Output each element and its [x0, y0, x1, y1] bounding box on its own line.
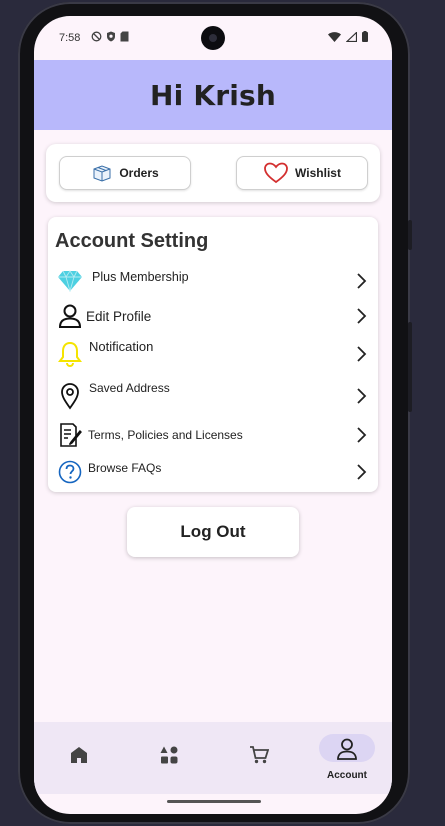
front-camera — [201, 26, 225, 50]
person-icon — [56, 302, 84, 330]
nav-item-home[interactable] — [34, 722, 124, 794]
battery-icon — [362, 31, 368, 42]
bottom-nav: Account — [34, 722, 392, 794]
chevron-right-icon — [357, 346, 367, 362]
heart-icon — [264, 162, 288, 184]
home-icon — [71, 747, 87, 763]
settings-item-notification[interactable]: Notification — [48, 337, 378, 371]
settings-item-label: Edit Profile — [86, 308, 152, 324]
settings-item-edit-profile[interactable]: Edit Profile — [48, 299, 378, 333]
gesture-bar[interactable] — [167, 800, 261, 803]
orders-button[interactable]: Orders — [59, 156, 191, 190]
screen: 7:58 Hi Krish Orders Wishlist Account Se… — [34, 16, 392, 814]
grid-icon — [160, 746, 178, 764]
volume-button — [408, 322, 412, 412]
status-bar: 7:58 — [34, 16, 392, 60]
location-pin-icon — [56, 382, 84, 410]
shield-icon — [107, 31, 115, 42]
settings-item-label: Saved Address — [89, 381, 170, 395]
chevron-right-icon — [357, 308, 367, 324]
status-right-icons — [328, 31, 368, 42]
nav-item-account[interactable]: Account — [302, 722, 392, 794]
settings-item-faqs[interactable]: Browse FAQs — [48, 455, 378, 489]
help-circle-icon — [56, 458, 84, 486]
nav-item-categories[interactable] — [124, 722, 214, 794]
settings-item-label: Plus Membership — [92, 270, 189, 284]
settings-item-plus-membership[interactable]: Plus Membership — [48, 264, 378, 298]
orders-label: Orders — [119, 166, 159, 180]
account-setting-card: Account Setting Plus Membership Edit Pro… — [48, 217, 378, 492]
diamond-icon — [56, 267, 84, 295]
box-icon — [93, 165, 111, 182]
status-time: 7:58 — [59, 32, 81, 44]
account-setting-title: Account Setting — [55, 230, 209, 252]
settings-item-label: Notification — [89, 339, 154, 354]
logout-button[interactable]: Log Out — [127, 507, 299, 557]
wishlist-label: Wishlist — [295, 166, 341, 180]
power-button — [408, 220, 412, 250]
wishlist-button[interactable]: Wishlist — [236, 156, 368, 190]
account-icon — [337, 738, 357, 760]
greeting-header: Hi Krish — [34, 60, 392, 130]
chevron-right-icon — [357, 388, 367, 404]
cart-icon — [250, 746, 269, 764]
status-icons — [91, 31, 129, 42]
signal-icon — [346, 31, 357, 42]
nav-item-cart[interactable] — [214, 722, 304, 794]
do-not-disturb-icon — [91, 31, 102, 42]
settings-item-label: Terms, Policies and Licenses — [88, 428, 243, 442]
document-edit-icon — [56, 421, 84, 449]
chevron-right-icon — [357, 273, 367, 289]
settings-item-saved-address[interactable]: Saved Address — [48, 379, 378, 413]
chevron-right-icon — [357, 427, 367, 443]
wifi-icon — [328, 31, 341, 42]
bell-icon — [56, 340, 84, 368]
settings-item-terms[interactable]: Terms, Policies and Licenses — [48, 418, 378, 452]
chevron-right-icon — [357, 464, 367, 480]
quick-actions-card: Orders Wishlist — [46, 144, 380, 202]
nav-item-label: Account — [327, 770, 367, 781]
settings-item-label: Browse FAQs — [88, 461, 162, 475]
greeting-title: Hi Krish — [149, 78, 277, 112]
sd-card-icon — [120, 31, 129, 42]
